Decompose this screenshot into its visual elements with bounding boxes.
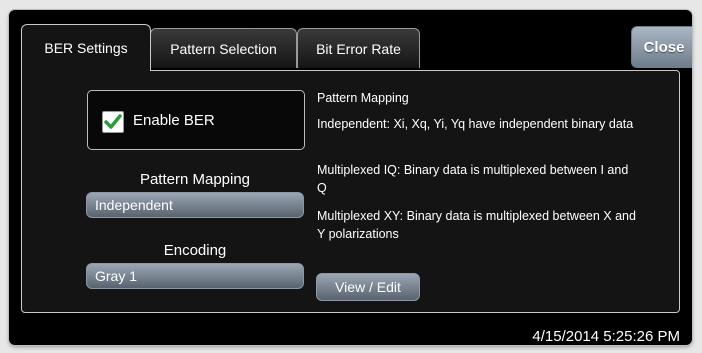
description-heading: Pattern Mapping (317, 91, 409, 105)
enable-ber-label: Enable BER (133, 112, 215, 129)
encoding-label: Encoding (163, 242, 227, 259)
tab-bit-error-rate[interactable]: Bit Error Rate (297, 28, 420, 68)
description-multiplexed-iq: Multiplexed IQ: Binary data is multiplex… (317, 163, 629, 195)
enable-ber-checkbox[interactable] (102, 111, 124, 133)
pattern-mapping-label: Pattern Mapping (139, 171, 251, 188)
tab-label: BER Settings (44, 40, 128, 56)
timestamp: 4/15/2014 5:25:26 PM (532, 328, 680, 345)
tab-pattern-selection[interactable]: Pattern Selection (150, 28, 297, 68)
checkmark-icon (104, 114, 122, 129)
enable-ber-toggle[interactable]: Enable BER (87, 90, 305, 150)
description-independent: Independent: Xi, Xq, Yi, Yq have indepen… (317, 117, 634, 131)
view-edit-button[interactable]: View / Edit (316, 273, 420, 301)
close-button[interactable]: Close (631, 26, 692, 68)
tab-ber-settings[interactable]: BER Settings (21, 24, 151, 71)
tab-label: Pattern Selection (170, 40, 277, 57)
tab-label: Bit Error Rate (316, 40, 401, 57)
description-multiplexed-xy: Multiplexed XY: Binary data is multiplex… (317, 209, 636, 241)
ber-settings-window: BER Settings Pattern Selection Bit Error… (9, 10, 692, 345)
encoding-select[interactable]: Gray 1 (86, 263, 304, 289)
pattern-mapping-select[interactable]: Independent (86, 192, 304, 218)
